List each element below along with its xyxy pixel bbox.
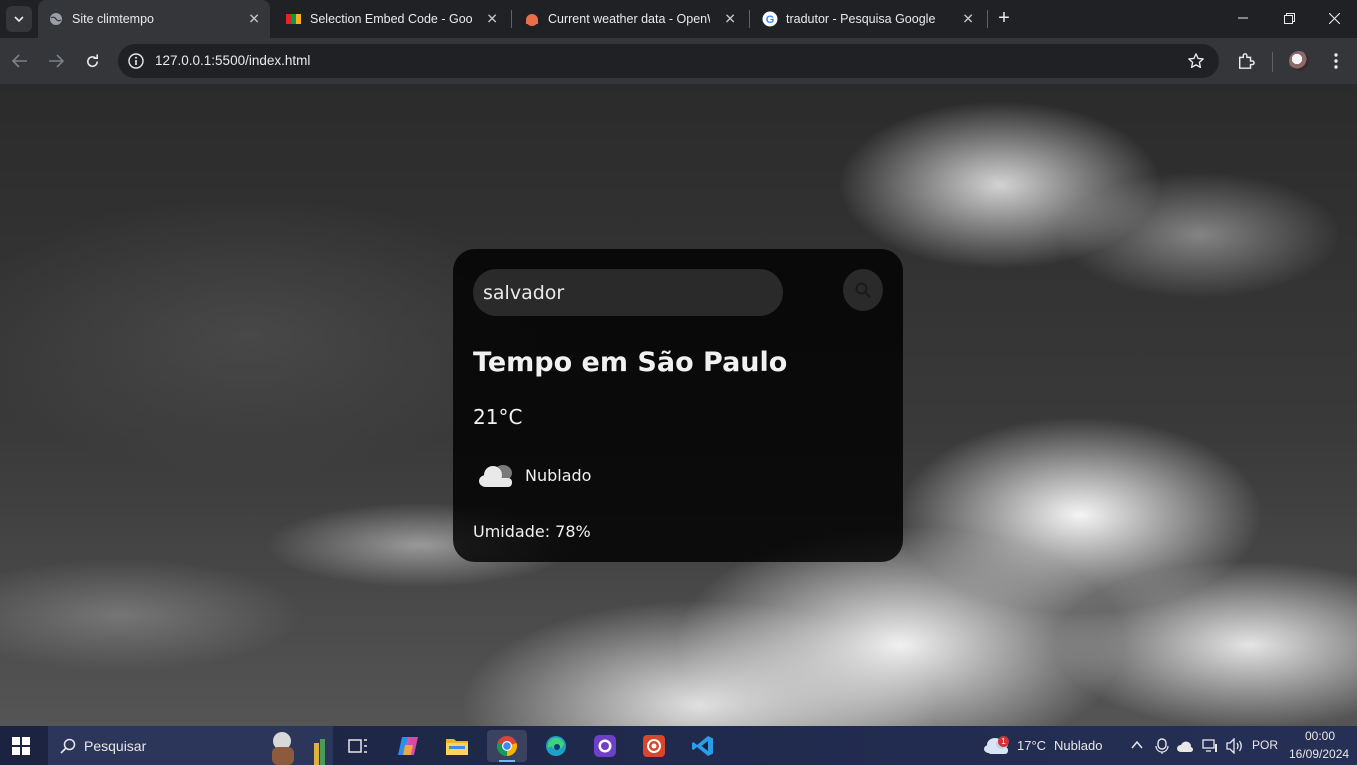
extensions-icon[interactable] <box>1235 50 1257 72</box>
weather-notification-badge: 1 <box>998 736 1009 747</box>
language-indicator[interactable]: POR <box>1252 738 1278 752</box>
tab-separator <box>511 10 512 28</box>
network-icon[interactable] <box>1202 738 1218 759</box>
chevron-down-icon <box>14 16 24 22</box>
weather-humidity: Umidade: 78% <box>473 522 591 541</box>
globe-icon <box>48 11 64 27</box>
restore-button[interactable] <box>1266 0 1312 36</box>
close-icon <box>1328 12 1340 24</box>
back-button[interactable] <box>7 48 33 74</box>
clock-date[interactable]: 16/09/2024 <box>1289 747 1349 761</box>
profile-avatar[interactable] <box>1289 51 1309 71</box>
weather-temperature: 21°C <box>473 405 523 429</box>
search-highlight-illustration-icon <box>272 732 325 765</box>
minimize-button[interactable] <box>1220 0 1266 36</box>
url-text: 127.0.0.1:5500/index.html <box>155 53 311 68</box>
edge-icon[interactable] <box>536 730 576 762</box>
weather-description: Nublado <box>525 465 592 485</box>
tab-site-climtempo[interactable]: Site climtempo ✕ <box>38 0 270 38</box>
address-bar[interactable]: 127.0.0.1:5500/index.html <box>118 44 1219 78</box>
clock-time[interactable]: 00:00 <box>1305 729 1335 743</box>
close-window-button[interactable] <box>1311 0 1357 36</box>
taskbar-weather-desc[interactable]: Nublado <box>1054 738 1102 753</box>
tab-selection-embed-code[interactable]: Selection Embed Code - Google ✕ <box>276 2 508 35</box>
arrow-left-icon <box>12 54 27 68</box>
svg-text:G: G <box>766 14 775 26</box>
windows-start-icon[interactable] <box>12 737 30 755</box>
site-info-icon[interactable] <box>126 51 146 71</box>
file-explorer-icon[interactable] <box>437 730 477 762</box>
forward-button[interactable] <box>43 48 69 74</box>
more-menu-icon[interactable] <box>1325 50 1347 72</box>
volume-icon[interactable] <box>1226 737 1244 759</box>
show-hidden-icons-chevron-icon[interactable] <box>1130 738 1144 757</box>
onedrive-cloud-icon[interactable] <box>1177 739 1195 757</box>
google-icon: G <box>762 11 778 27</box>
tab-tradutor-pesquisa-google[interactable]: G tradutor - Pesquisa Google ✕ <box>752 2 984 35</box>
task-view-icon[interactable] <box>338 730 378 762</box>
close-tab-icon[interactable]: ✕ <box>962 10 974 27</box>
weather-card: Tempo em São Paulo 21°C Nublado Umidade:… <box>453 249 903 562</box>
reload-icon <box>86 53 98 67</box>
tab-title: Current weather data - OpenWe <box>548 11 710 26</box>
tab-title: Site climtempo <box>72 12 154 26</box>
toolbar-divider <box>1272 52 1273 72</box>
copilot-icon[interactable] <box>388 730 428 762</box>
windows-taskbar: Pesquisar 17°C Nublado POR 00:00 16/09/2… <box>0 726 1357 765</box>
zoho-icon <box>286 11 302 27</box>
taskbar-search-placeholder: Pesquisar <box>84 737 147 754</box>
meet-now-icon[interactable] <box>1155 738 1169 759</box>
tab-title: Selection Embed Code - Google <box>310 11 472 26</box>
browser-toolbar: 127.0.0.1:5500/index.html <box>0 38 1357 85</box>
tab-title: tradutor - Pesquisa Google <box>786 11 936 26</box>
close-tab-icon[interactable]: ✕ <box>248 11 260 28</box>
github-desktop-icon[interactable] <box>585 730 625 762</box>
arrow-right-icon <box>49 54 64 68</box>
search-icon <box>855 282 871 298</box>
search-icon <box>60 738 76 754</box>
city-search-input[interactable] <box>473 269 783 316</box>
taskbar-search-box[interactable]: Pesquisar <box>48 726 333 765</box>
restore-icon <box>1283 12 1295 24</box>
cloud-icon <box>479 465 512 487</box>
tab-separator <box>749 10 750 28</box>
close-tab-icon[interactable]: ✕ <box>486 10 498 27</box>
new-tab-button[interactable]: + <box>993 7 1015 29</box>
chrome-icon[interactable] <box>487 730 527 762</box>
search-button[interactable] <box>843 269 883 311</box>
tab-strip: Site climtempo ✕ Selection Embed Code - … <box>0 0 1357 38</box>
taskbar-weather-temp[interactable]: 17°C <box>1017 738 1046 753</box>
screen-recorder-icon[interactable] <box>634 730 674 762</box>
close-tab-icon[interactable]: ✕ <box>724 10 736 27</box>
reload-button[interactable] <box>79 48 105 74</box>
tab-current-weather-data[interactable]: Current weather data - OpenWe ✕ <box>514 2 746 35</box>
weather-city-title: Tempo em São Paulo <box>473 347 788 378</box>
tab-separator <box>987 10 988 28</box>
vscode-icon[interactable] <box>683 730 723 762</box>
tab-search-button[interactable] <box>6 6 32 32</box>
bookmark-star-icon[interactable] <box>1187 52 1205 70</box>
page-viewport: Tempo em São Paulo 21°C Nublado Umidade:… <box>0 85 1357 726</box>
weather-description-row: Nublado <box>479 461 591 489</box>
minimize-icon <box>1238 17 1248 19</box>
openweather-icon <box>524 11 540 27</box>
